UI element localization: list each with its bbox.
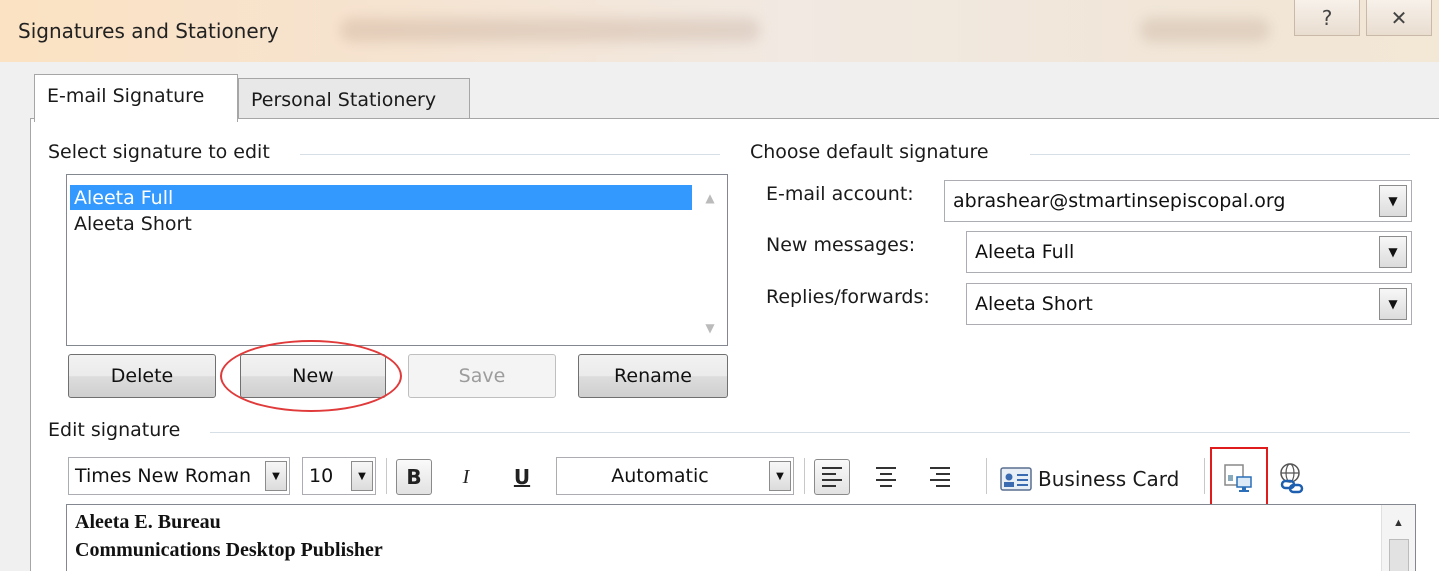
- toolbar-separator: [804, 458, 805, 494]
- divider: [1030, 154, 1410, 155]
- select-signature-heading: Select signature to edit: [48, 141, 278, 163]
- rename-button[interactable]: Rename: [578, 354, 728, 398]
- underline-button[interactable]: U: [504, 459, 540, 495]
- default-signature-heading: Choose default signature: [750, 141, 997, 163]
- tab-email-signature-label: E-mail Signature: [47, 85, 205, 107]
- font-size-select[interactable]: 10 ▼: [302, 457, 376, 495]
- new-messages-value: Aleeta Full: [975, 241, 1075, 263]
- align-left-icon: [822, 467, 842, 487]
- toolbar-separator: [986, 458, 987, 494]
- signature-list-item[interactable]: Aleeta Short: [70, 211, 692, 236]
- business-card-icon: [1000, 467, 1032, 491]
- email-account-select[interactable]: abrashear@stmartinsepiscopal.org ▼: [944, 180, 1412, 222]
- align-right-button[interactable]: [922, 459, 958, 495]
- toolbar-separator: [1204, 458, 1205, 494]
- align-center-button[interactable]: [868, 459, 904, 495]
- new-messages-select[interactable]: Aleeta Full ▼: [966, 231, 1412, 273]
- align-left-button[interactable]: [814, 459, 850, 495]
- replies-forwards-value: Aleeta Short: [975, 293, 1093, 315]
- business-card-button[interactable]: Business Card: [1000, 462, 1179, 496]
- signature-editor[interactable]: Aleeta E. Bureau Communications Desktop …: [66, 504, 1416, 571]
- tab-personal-stationery[interactable]: Personal Stationery: [238, 78, 470, 122]
- email-account-value: abrashear@stmartinsepiscopal.org: [953, 190, 1286, 212]
- help-icon: ?: [1321, 5, 1333, 30]
- align-right-icon: [930, 467, 950, 487]
- scroll-down-icon[interactable]: ▼: [705, 321, 714, 335]
- divider: [210, 432, 1410, 433]
- signature-list[interactable]: Aleeta Full Aleeta Short ▲ ▼: [66, 174, 728, 346]
- dropdown-arrow-icon[interactable]: ▼: [1379, 185, 1407, 217]
- font-size-value: 10: [309, 465, 334, 487]
- delete-button[interactable]: Delete: [68, 354, 216, 398]
- dropdown-arrow-icon[interactable]: ▼: [1379, 288, 1407, 320]
- italic-button[interactable]: I: [448, 459, 484, 495]
- scroll-up-icon[interactable]: ▲: [705, 191, 714, 205]
- help-button[interactable]: ?: [1294, 0, 1360, 36]
- dropdown-arrow-icon[interactable]: ▼: [769, 461, 791, 491]
- font-name-select[interactable]: Times New Roman ▼: [68, 457, 290, 495]
- toolbar-separator: [386, 458, 387, 494]
- font-color-select[interactable]: Automatic ▼: [556, 457, 794, 495]
- title-bar: Signatures and Stationery ? ✕: [0, 0, 1439, 62]
- insert-hyperlink-button[interactable]: [1274, 460, 1310, 496]
- font-name-value: Times New Roman: [75, 465, 252, 487]
- signature-list-item[interactable]: Aleeta Full: [70, 185, 692, 210]
- hyperlink-icon: [1280, 463, 1304, 494]
- close-button[interactable]: ✕: [1366, 0, 1432, 36]
- editor-scrollbar[interactable]: ▲: [1381, 505, 1415, 571]
- tab-email-signature[interactable]: E-mail Signature: [34, 74, 238, 122]
- tab-personal-stationery-label: Personal Stationery: [251, 89, 437, 111]
- window-title: Signatures and Stationery: [18, 19, 279, 43]
- signature-line: Communications Desktop Publisher: [75, 539, 383, 561]
- business-card-label: Business Card: [1038, 467, 1180, 491]
- replies-forwards-label: Replies/forwards:: [766, 286, 930, 308]
- signature-line: Aleeta E. Bureau: [75, 511, 221, 533]
- edit-signature-heading: Edit signature: [48, 419, 189, 441]
- dropdown-arrow-icon[interactable]: ▼: [351, 461, 373, 491]
- highlight-oval: [220, 340, 402, 412]
- close-icon: ✕: [1390, 5, 1408, 30]
- scroll-up-icon[interactable]: ▲: [1382, 517, 1415, 529]
- new-messages-label: New messages:: [766, 234, 916, 256]
- save-button[interactable]: Save: [408, 354, 556, 398]
- divider: [300, 154, 720, 155]
- list-scrollbar[interactable]: ▲ ▼: [693, 175, 727, 345]
- dropdown-arrow-icon[interactable]: ▼: [265, 461, 287, 491]
- email-account-label: E-mail account:: [766, 183, 914, 205]
- font-color-value: Automatic: [611, 465, 709, 487]
- replies-forwards-select[interactable]: Aleeta Short ▼: [966, 283, 1412, 325]
- dropdown-arrow-icon[interactable]: ▼: [1379, 236, 1407, 268]
- bold-button[interactable]: B: [396, 459, 432, 495]
- align-center-icon: [876, 467, 896, 487]
- scroll-thumb[interactable]: [1388, 539, 1409, 571]
